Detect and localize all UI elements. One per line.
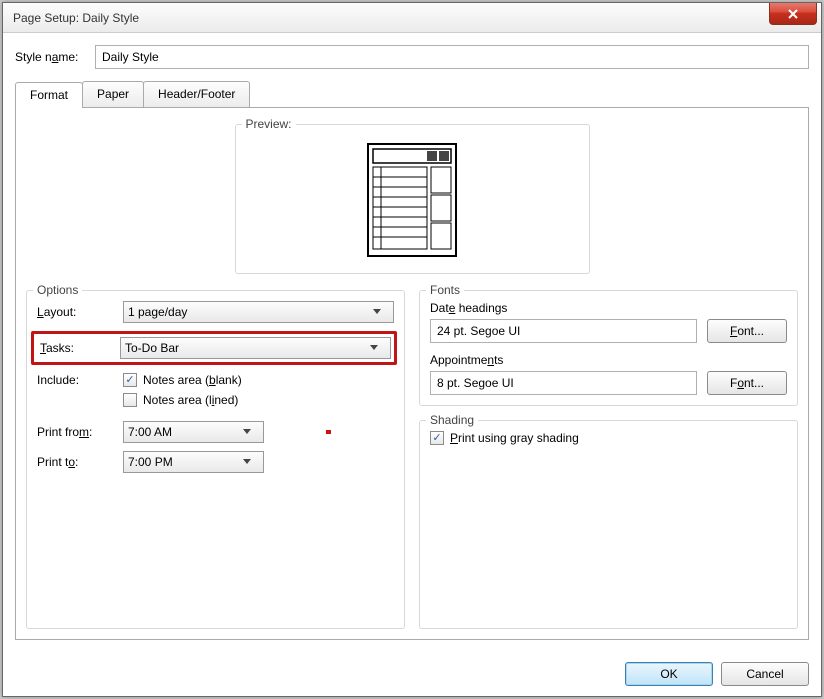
red-marker-icon [326,430,331,434]
fonts-group: Fonts Date headings 24 pt. Segoe UI Font… [419,290,798,406]
tasks-row-highlight: Tasks: To-Do Bar [31,331,397,365]
appointments-label: Appointments [430,353,787,367]
notes-lined-row: Notes area (lined) [123,393,394,407]
format-tab-pane: Preview: [15,107,809,640]
style-name-row: Style name: Daily Style [15,45,809,69]
print-gray-checkbox[interactable] [430,431,444,445]
fonts-title: Fonts [426,283,464,297]
chevron-down-icon [370,345,386,351]
notes-blank-label: Notes area (blank) [143,373,242,387]
preview-page-icon [367,143,457,257]
cancel-button[interactable]: Cancel [721,662,809,686]
close-button[interactable] [769,3,817,25]
chevron-down-icon [373,309,389,315]
notes-lined-checkbox[interactable] [123,393,137,407]
chevron-down-icon [243,459,259,465]
tab-header-footer[interactable]: Header/Footer [143,81,250,107]
notes-lined-label: Notes area (lined) [143,393,238,407]
date-headings-label: Date headings [430,301,787,315]
appointments-sample: 8 pt. Segoe UI [430,371,697,395]
options-title: Options [33,283,82,297]
print-to-combo[interactable]: 7:00 PM [123,451,264,473]
print-from-value: 7:00 AM [128,425,243,439]
titlebar: Page Setup: Daily Style [3,3,821,33]
chevron-down-icon [243,429,259,435]
close-icon [787,9,799,19]
print-from-combo[interactable]: 7:00 AM [123,421,264,443]
layout-row: Layout: 1 page/day [37,301,394,323]
options-group: Options Layout: 1 page/day Tasks: [26,290,405,629]
shading-title: Shading [426,413,478,427]
ok-button[interactable]: OK [625,662,713,686]
tasks-combo-value: To-Do Bar [125,341,179,355]
layout-combo[interactable]: 1 page/day [123,301,394,323]
style-name-input[interactable]: Daily Style [95,45,809,69]
tab-paper[interactable]: Paper [82,81,144,107]
tab-strip: Format Paper Header/Footer [15,81,809,107]
page-setup-dialog: Page Setup: Daily Style Style name: Dail… [2,2,822,697]
notes-blank-checkbox[interactable] [123,373,137,387]
print-to-label: Print to: [37,455,123,469]
include-label: Include: [37,373,123,387]
dialog-footer: OK Cancel [3,652,821,696]
preview-group: Preview: [235,124,590,274]
notes-blank-row: Notes area (blank) [123,373,394,387]
style-name-label: Style name: [15,50,95,64]
appointments-font-button[interactable]: Font... [707,371,787,395]
tasks-label: Tasks: [37,341,120,355]
include-row: Include: Notes area (blank) Notes area (… [37,373,394,413]
print-from-label: Print from: [37,425,123,439]
window-title: Page Setup: Daily Style [13,11,139,25]
print-gray-label: Print using gray shading [450,431,579,445]
date-headings-font-button[interactable]: Font... [707,319,787,343]
layout-label: Layout: [37,305,123,319]
tab-format[interactable]: Format [15,82,83,108]
tasks-combo[interactable]: To-Do Bar [120,337,391,359]
print-gray-row: Print using gray shading [430,431,787,445]
shading-group: Shading Print using gray shading [419,420,798,629]
preview-title: Preview: [242,117,296,131]
print-to-row: Print to: 7:00 PM [37,451,394,473]
date-headings-sample: 24 pt. Segoe UI [430,319,697,343]
print-to-value: 7:00 PM [128,455,243,469]
print-from-row: Print from: 7:00 AM [37,421,394,443]
layout-combo-value: 1 page/day [128,305,187,319]
